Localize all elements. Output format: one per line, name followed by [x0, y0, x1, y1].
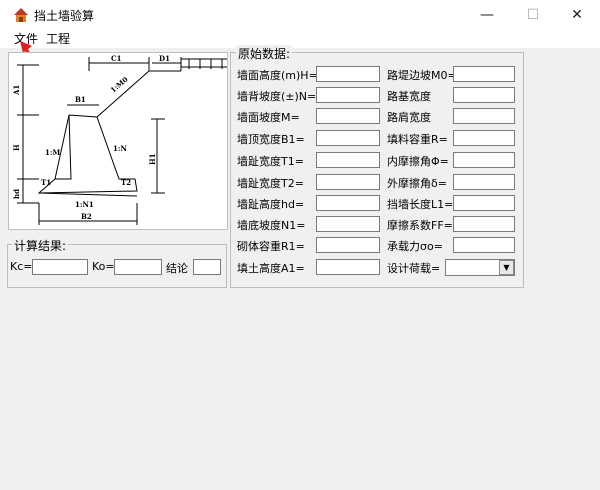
label-m: 1:M [45, 148, 60, 157]
field-toe-width-t2[interactable] [316, 174, 380, 190]
label-d1: D1 [159, 54, 170, 63]
original-data-title: 原始数据: [236, 45, 293, 62]
field-embankment-slope[interactable] [453, 66, 515, 82]
label-back-slope: 墙背坡度(±)N= [237, 90, 317, 103]
label-internal-friction: 内摩擦角Φ= [387, 155, 449, 168]
label-external-friction: 外摩擦角δ= [387, 177, 447, 190]
window-title: 挡土墙验算 [34, 9, 95, 23]
field-face-slope[interactable] [316, 108, 380, 124]
diagram-svg: C1 D1 B1 1:M0 A1 H 1:M 1:N H1 T1 T2 hd 1… [12, 54, 227, 225]
label-c1: C1 [111, 54, 122, 63]
maximize-button[interactable]: ☐ [510, 0, 556, 30]
menu-project[interactable]: 工程 [46, 30, 70, 48]
field-top-width[interactable] [316, 130, 380, 146]
label-m0: 1:M0 [109, 75, 130, 95]
label-design-load: 设计荷载= [387, 262, 441, 275]
app-icon [14, 8, 28, 22]
label-n1: 1:N1 [75, 200, 94, 209]
field-masonry-weight[interactable] [316, 237, 380, 253]
field-fill-weight[interactable] [453, 130, 515, 146]
kc-label: Kc= [10, 260, 33, 273]
design-load-combo[interactable]: ▼ [445, 259, 515, 276]
field-back-slope[interactable] [316, 87, 380, 103]
label-a1: A1 [12, 85, 21, 96]
close-button[interactable]: ✕ [554, 0, 600, 30]
label-shoulder-width: 路肩宽度 [387, 111, 431, 124]
field-fill-height[interactable] [316, 259, 380, 275]
results-title: 计算结果: [12, 237, 69, 254]
minimize-icon: — [480, 7, 494, 23]
label-b2: B2 [81, 212, 92, 221]
label-wall-length: 挡墙长度L1= [387, 198, 454, 211]
field-toe-height[interactable] [316, 195, 380, 211]
field-wall-length[interactable] [453, 195, 515, 211]
label-toe-width-t2: 墙趾宽度T2= [237, 177, 304, 190]
label-embankment-slope: 路堤边坡M0= [387, 69, 457, 82]
label-top-width: 墙顶宽度B1= [237, 133, 305, 146]
field-shoulder-width[interactable] [453, 108, 515, 124]
label-hd: hd [12, 189, 21, 199]
field-base-slope[interactable] [316, 216, 380, 232]
label-wall-height: 墙面高度(m)H= [237, 69, 318, 82]
label-base-slope: 墙底坡度N1= [237, 219, 306, 232]
field-roadbed-width[interactable] [453, 87, 515, 103]
maximize-icon: ☐ [526, 7, 540, 23]
label-toe-width-t1: 墙趾宽度T1= [237, 155, 304, 168]
ko-label: Ko= [92, 260, 115, 273]
field-external-friction[interactable] [453, 174, 515, 190]
label-fill-weight: 填料容重R= [387, 133, 448, 146]
label-h: H [12, 144, 21, 151]
label-n: 1:N [113, 144, 127, 153]
retaining-wall-diagram: C1 D1 B1 1:M0 A1 H 1:M 1:N H1 T1 T2 hd 1… [8, 52, 228, 230]
field-bearing-capacity[interactable] [453, 237, 515, 253]
field-wall-height[interactable] [316, 66, 380, 82]
label-t1: T1 [41, 178, 51, 187]
label-b1: B1 [75, 95, 86, 104]
conclusion-field[interactable] [193, 259, 221, 275]
field-internal-friction[interactable] [453, 152, 515, 168]
label-fill-height: 填土高度A1= [237, 262, 305, 275]
ko-field[interactable] [114, 259, 162, 275]
close-icon: ✕ [571, 7, 583, 23]
menu-bar [0, 30, 600, 48]
field-friction-coefficient[interactable] [453, 216, 515, 232]
label-t2: T2 [121, 178, 131, 187]
label-friction-coefficient: 摩擦系数FF= [387, 219, 453, 232]
field-toe-width-t1[interactable] [316, 152, 380, 168]
kc-field[interactable] [32, 259, 88, 275]
label-face-slope: 墙面坡度M= [237, 111, 300, 124]
label-toe-height: 墙趾高度hd= [237, 198, 305, 211]
label-masonry-weight: 砌体容重R1= [237, 240, 305, 253]
label-bearing-capacity: 承载力σo= [387, 240, 443, 253]
chevron-down-icon[interactable]: ▼ [499, 260, 514, 275]
label-h1: H1 [148, 153, 157, 165]
minimize-button[interactable]: — [464, 0, 510, 30]
label-roadbed-width: 路基宽度 [387, 90, 431, 103]
conclusion-label: 结论 [166, 262, 188, 275]
